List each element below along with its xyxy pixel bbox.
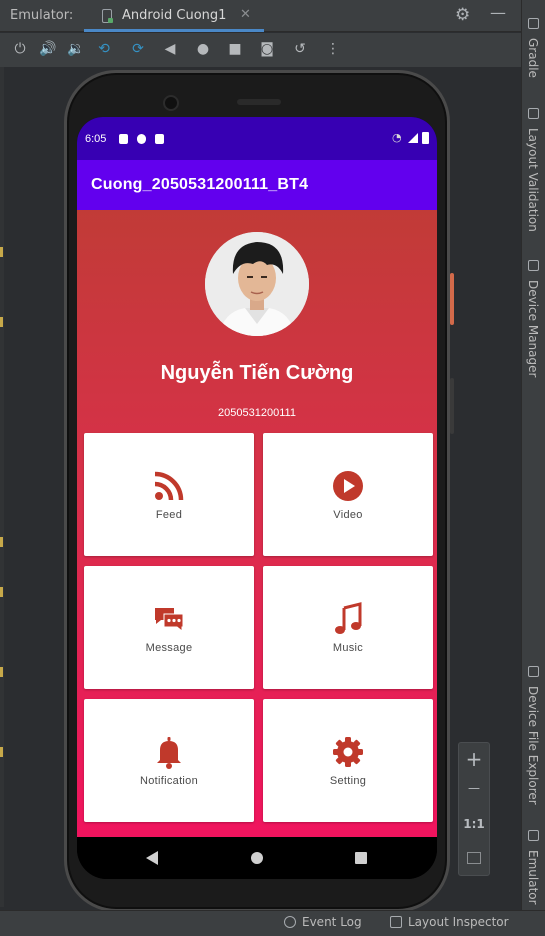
card-label: Notification [139, 775, 198, 787]
feed-card[interactable]: Feed [84, 433, 254, 556]
signal-icon [408, 133, 418, 143]
sidebar-tab-layout-validation[interactable]: Layout Validation [525, 108, 543, 238]
overview-icon[interactable]: ■ [225, 39, 245, 59]
notification-circle-icon [137, 134, 146, 144]
back-icon[interactable]: ◀ [160, 39, 180, 59]
notification-card[interactable]: Notification [84, 699, 254, 822]
profile-name: Nguyễn Tiến Cường [160, 362, 354, 384]
front-camera [163, 95, 179, 111]
notification-a-icon [119, 134, 128, 144]
file-explorer-icon [528, 666, 539, 677]
device-manager-icon [528, 260, 539, 271]
chat-icon [155, 608, 184, 633]
editor-gutter [0, 67, 4, 907]
rss-icon [154, 471, 184, 501]
avatar [205, 232, 309, 336]
setting-card[interactable]: Setting [263, 699, 433, 822]
message-card[interactable]: Message [84, 566, 254, 689]
snapshot-icon[interactable]: ↺ [290, 39, 310, 59]
profile-content: Nguyễn Tiến Cường 2050531200111 Feed Vid… [77, 210, 437, 837]
zoom-in-button[interactable]: + [459, 747, 489, 771]
event-log-icon [284, 916, 296, 928]
layout-inspector-icon [390, 916, 402, 928]
more-icon[interactable]: ⋮ [323, 39, 343, 59]
gear-icon [333, 737, 363, 767]
device-icon [102, 9, 113, 23]
status-time: 6:05 [85, 133, 107, 145]
power-icon[interactable]: ⏻ [10, 39, 30, 59]
fit-screen-button[interactable] [459, 849, 489, 868]
music-card[interactable]: Music [263, 566, 433, 689]
fit-screen-icon [467, 852, 481, 864]
rotate-right-icon[interactable]: ⟳ [128, 39, 148, 59]
earpiece [237, 99, 281, 105]
app-title: Cuong_2050531200111_BT4 [91, 176, 309, 193]
android-nav-bar [77, 837, 437, 879]
sd-card-icon [155, 134, 164, 144]
settings-gear-icon[interactable]: ⚙ [455, 5, 470, 25]
sidebar-tab-device-file-explorer[interactable]: Device File Explorer [525, 666, 543, 806]
actual-size-button[interactable]: 1:1 [459, 817, 489, 831]
layout-inspector-button[interactable]: Layout Inspector [390, 915, 509, 929]
nav-back-icon[interactable] [146, 851, 158, 865]
camera-icon[interactable]: ◙ [257, 39, 277, 59]
app-bar: Cuong_2050531200111_BT4 [77, 160, 437, 210]
music-note-icon [335, 602, 362, 634]
wifi-icon: ◔ [392, 131, 402, 144]
device-screen: 6:05 ◔ Cuong_2050531200111_BT4 Nguyễn Ti… [77, 117, 437, 879]
nav-recents-icon[interactable] [355, 852, 367, 864]
minimize-icon[interactable]: — [490, 3, 506, 22]
card-label: Feed [155, 509, 183, 521]
card-label: Video [333, 509, 363, 521]
card-label: Setting [329, 775, 367, 787]
emulator-toolbar: ⏻ 🔊 🔉 ⟲ ⟳ ◀ ● ■ ◙ ↺ ⋮ [0, 33, 521, 67]
gradle-icon [528, 18, 539, 29]
card-label: Message [145, 642, 193, 654]
layout-validation-icon [528, 108, 539, 119]
power-side-button[interactable] [450, 273, 454, 325]
volume-up-icon[interactable]: 🔊 [38, 39, 58, 59]
video-card[interactable]: Video [263, 433, 433, 556]
emulator-icon [528, 830, 539, 841]
rotate-left-icon[interactable]: ⟲ [94, 39, 114, 59]
volume-side-button[interactable] [450, 378, 454, 434]
sidebar-tab-device-manager[interactable]: Device Manager [525, 260, 543, 380]
zoom-controls: + — 1:1 [458, 742, 490, 876]
ide-status-bar: Event Log Layout Inspector [0, 910, 545, 936]
tab-android-cuong1[interactable]: Android Cuong1 ✕ [84, 0, 264, 32]
battery-icon [422, 132, 429, 144]
zoom-out-button[interactable]: — [459, 781, 489, 795]
tab-label: Android Cuong1 [122, 8, 227, 23]
avatar-photo [205, 232, 309, 336]
close-icon[interactable]: ✕ [240, 7, 251, 22]
panel-label: Emulator: [10, 8, 74, 23]
nav-home-icon[interactable] [251, 852, 263, 864]
event-log-button[interactable]: Event Log [284, 915, 362, 929]
play-circle-icon [333, 471, 363, 501]
android-status-bar: 6:05 ◔ [77, 117, 437, 160]
student-id: 2050531200111 [218, 407, 296, 419]
sidebar-tab-gradle[interactable]: Gradle [525, 18, 543, 88]
volume-down-icon[interactable]: 🔉 [66, 39, 86, 59]
tool-window-strip: Gradle Layout Validation Device Manager … [521, 0, 545, 910]
bell-icon [157, 737, 181, 769]
emulator-header: Emulator: Android Cuong1 ✕ ⚙ — [0, 0, 521, 32]
card-label: Music [332, 642, 364, 654]
sidebar-tab-emulator[interactable]: Emulator [525, 830, 543, 908]
home-icon[interactable]: ● [193, 39, 213, 59]
